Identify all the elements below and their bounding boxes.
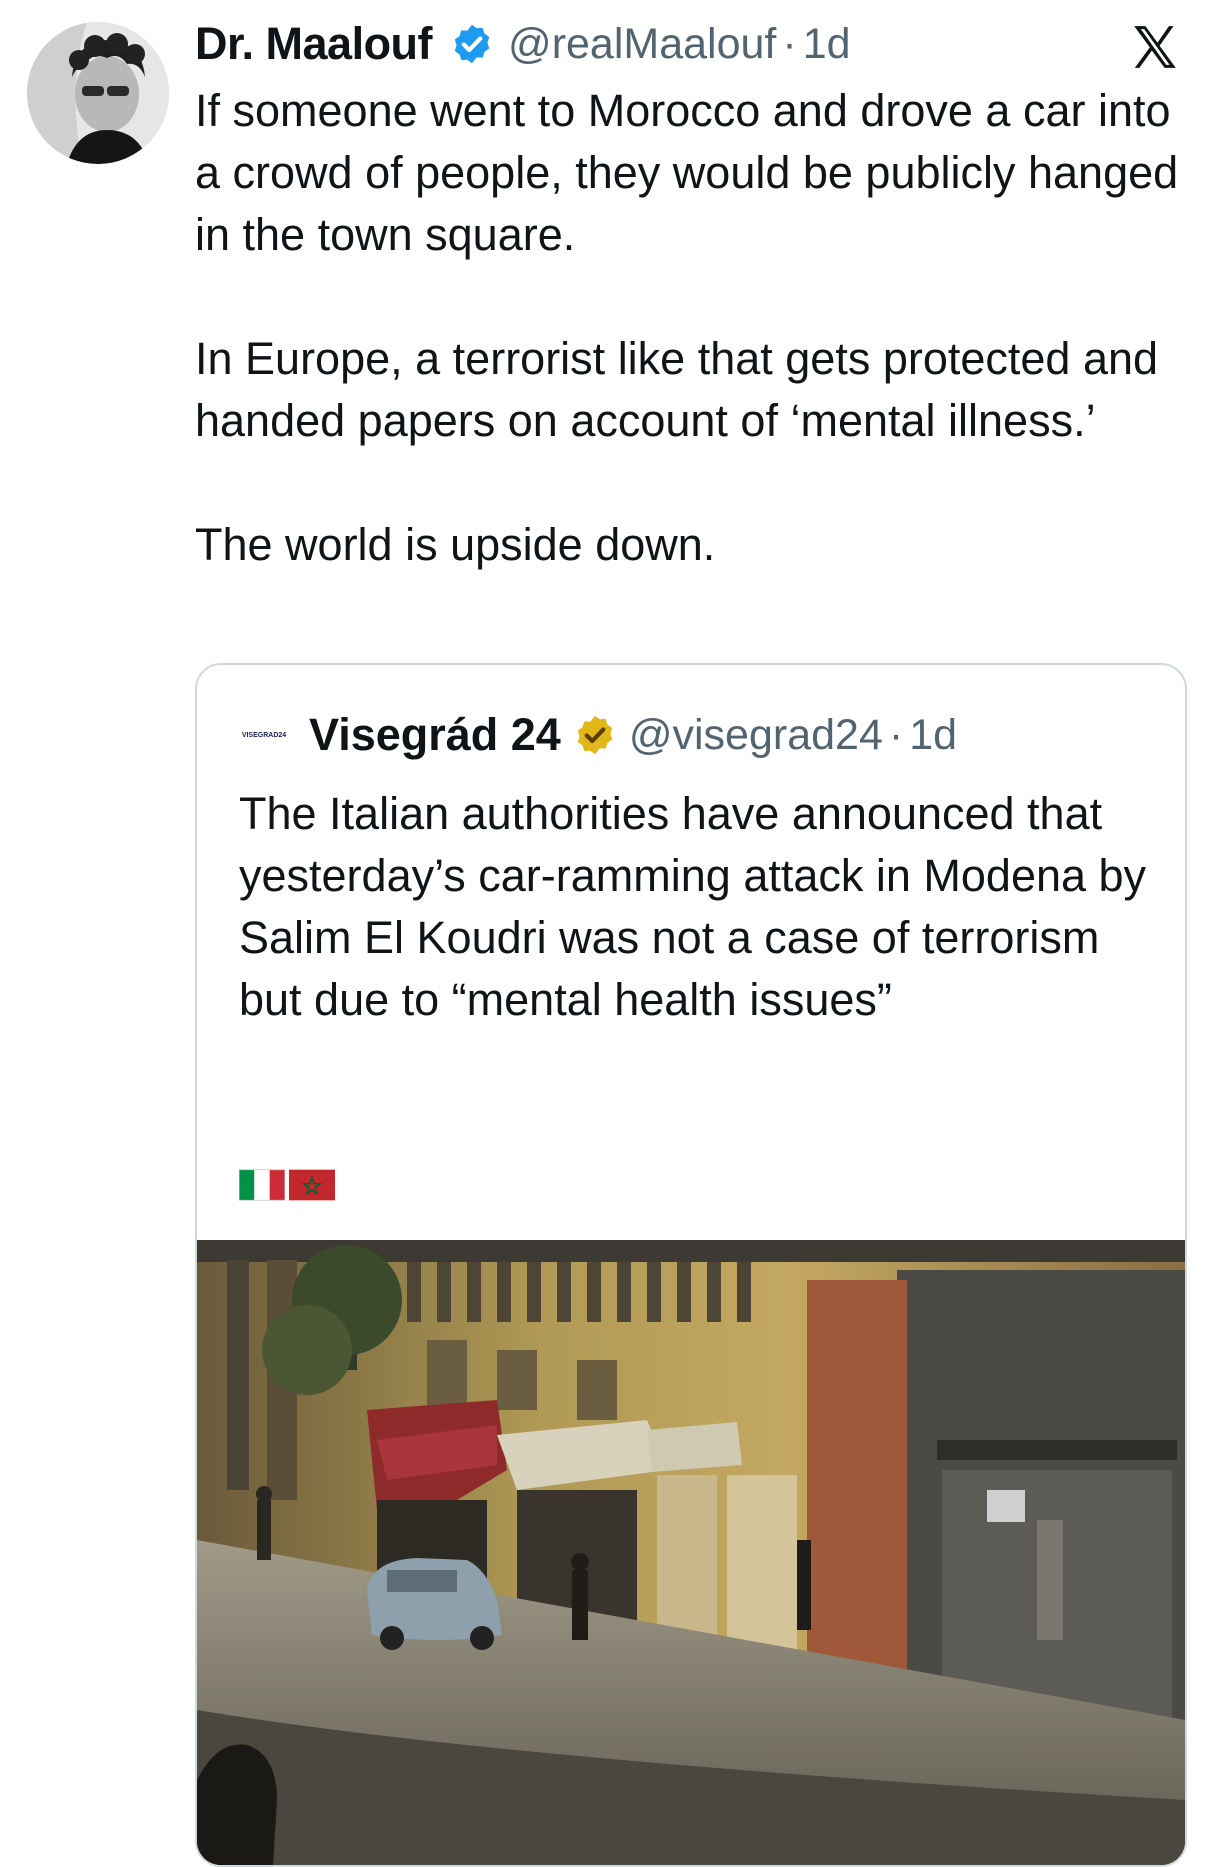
post-timestamp[interactable]: 1d <box>803 20 851 69</box>
quoted-timestamp[interactable]: 1d <box>909 711 957 760</box>
post-paragraph: In Europe, a terrorist like that gets pr… <box>195 333 1159 446</box>
header-separator: · <box>782 19 797 68</box>
author-handle[interactable]: @realMaalouf <box>508 20 776 69</box>
quoted-body: The Italian authorities have announced t… <box>239 788 1147 1025</box>
post-paragraph: The world is upside down. <box>195 519 716 570</box>
post-body: If someone went to Morocco and drove a c… <box>195 80 1195 638</box>
quoted-author-handle[interactable]: @visegrad24 <box>629 711 883 760</box>
quoted-post[interactable]: VISEGRAD24 Visegrád 24 @visegrad24 · 1d … <box>195 663 1187 1867</box>
quoted-video-thumbnail[interactable] <box>197 1240 1185 1865</box>
x-logo-icon <box>1130 22 1180 72</box>
post-header: Dr. Maalouf @realMaalouf · 1d <box>195 14 851 74</box>
author-name[interactable]: Dr. Maalouf <box>195 18 433 70</box>
morocco-flag-icon <box>289 1169 335 1201</box>
italy-flag-icon <box>239 1169 285 1201</box>
gold-verified-badge-icon <box>573 713 617 757</box>
quoted-header-separator: · <box>888 710 904 759</box>
quoted-avatar[interactable]: VISEGRAD24 <box>239 728 289 742</box>
author-avatar[interactable] <box>27 22 169 164</box>
flag-emojis <box>239 1169 335 1201</box>
quoted-header: VISEGRAD24 Visegrád 24 @visegrad24 · 1d <box>239 707 957 763</box>
tweet[interactable]: Dr. Maalouf @realMaalouf · 1d If someone… <box>0 0 1206 1867</box>
quoted-author-name[interactable]: Visegrád 24 <box>309 709 561 761</box>
post-paragraph: If someone went to Morocco and drove a c… <box>195 85 1179 260</box>
verified-badge-icon <box>450 22 494 66</box>
